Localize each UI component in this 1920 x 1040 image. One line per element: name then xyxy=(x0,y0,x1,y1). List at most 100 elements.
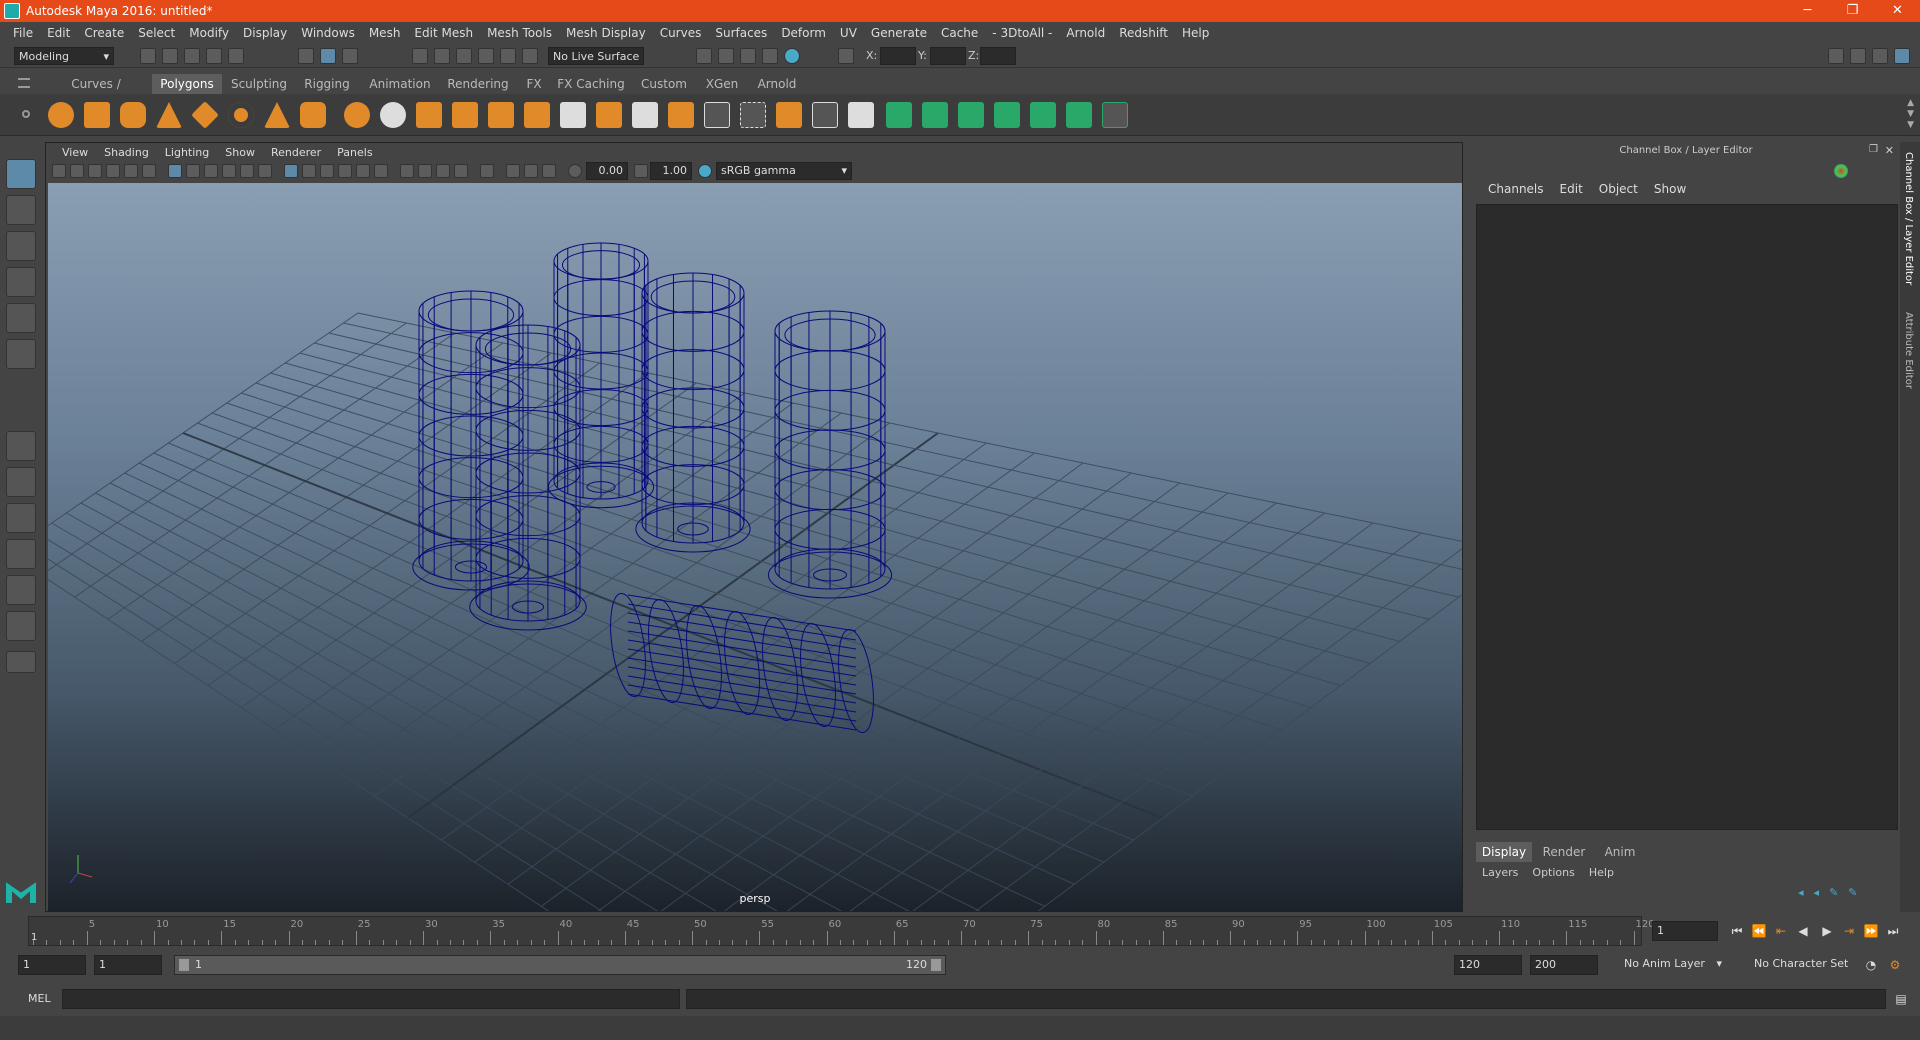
hypershade-layout-icon[interactable] xyxy=(6,611,36,641)
poly-cone-icon[interactable] xyxy=(156,102,182,128)
snap-live-icon[interactable] xyxy=(500,48,516,64)
spherical-uv-icon[interactable] xyxy=(994,102,1020,128)
tab-anim[interactable]: Anim xyxy=(1596,842,1644,862)
open-scene-icon[interactable] xyxy=(162,48,178,64)
scale-tool-icon[interactable] xyxy=(6,339,36,369)
poly-plane-icon[interactable] xyxy=(191,101,219,129)
tab-display[interactable]: Display xyxy=(1476,842,1532,862)
play-forward-icon[interactable]: ▶ xyxy=(1818,922,1836,940)
four-view-layout-icon[interactable] xyxy=(6,467,36,497)
select-by-component-icon[interactable] xyxy=(342,48,358,64)
ambient-occlusion-icon[interactable] xyxy=(418,164,432,178)
camera-attributes-icon[interactable] xyxy=(70,164,84,178)
custom-layout-icon[interactable] xyxy=(6,651,36,673)
magnet-icon[interactable] xyxy=(522,48,538,64)
extract-icon[interactable] xyxy=(416,102,442,128)
flare-cartridge-wireframe[interactable] xyxy=(412,290,530,591)
menu-edit[interactable]: Edit xyxy=(40,26,77,40)
character-set-dropdown[interactable]: No Character Set xyxy=(1750,955,1852,975)
exposure-field[interactable]: 0.00 xyxy=(586,162,628,180)
shelf-scroll-arrows-icon[interactable]: ▲ ▼ ▼ xyxy=(1907,98,1914,131)
auto-key-icon[interactable]: ◔ xyxy=(1862,956,1880,974)
menu-help[interactable]: Help xyxy=(1175,26,1216,40)
animation-start-field[interactable]: 1 xyxy=(94,955,162,975)
menu-redshift[interactable]: Redshift xyxy=(1112,26,1175,40)
menu-uv[interactable]: UV xyxy=(833,26,864,40)
tab-fx[interactable]: FX xyxy=(520,74,548,94)
snap-curve-icon[interactable] xyxy=(434,48,450,64)
menu-mesh[interactable]: Mesh xyxy=(362,26,408,40)
bevel-icon[interactable] xyxy=(668,102,694,128)
planar-uv-icon[interactable] xyxy=(922,102,948,128)
combine-icon[interactable] xyxy=(344,102,370,128)
wireframe-on-shaded-icon[interactable] xyxy=(338,164,352,178)
poly-torus-icon[interactable] xyxy=(228,102,254,128)
anim-layer-dropdown[interactable]: No Anim Layer ▾ xyxy=(1620,955,1722,975)
gate-mask-icon[interactable] xyxy=(222,164,236,178)
start-time-field[interactable]: 1 xyxy=(18,955,86,975)
layer-menu-options[interactable]: Options xyxy=(1532,866,1574,879)
tab-polygons[interactable]: Polygons xyxy=(152,74,222,94)
side-tab-channel-box[interactable]: Channel Box / Layer Editor xyxy=(1903,152,1914,285)
new-scene-icon[interactable] xyxy=(140,48,156,64)
end-time-field[interactable]: 120 xyxy=(1454,955,1522,975)
step-forward-key-icon[interactable]: ⏩ xyxy=(1862,922,1880,940)
cb-menu-object[interactable]: Object xyxy=(1591,182,1646,200)
lasso-tool-icon[interactable] xyxy=(6,195,36,225)
paint-select-tool-icon[interactable] xyxy=(6,231,36,261)
move-layer-up-icon[interactable]: ◂ xyxy=(1798,886,1804,899)
outliner-layout-icon[interactable] xyxy=(6,539,36,569)
rotate-tool-icon[interactable] xyxy=(6,303,36,333)
preferences-icon[interactable]: ⚙ xyxy=(1886,956,1904,974)
panel-menu-shading[interactable]: Shading xyxy=(96,146,157,159)
collapse-icon[interactable] xyxy=(848,102,874,128)
script-editor-icon[interactable]: ▤ xyxy=(1892,990,1910,1008)
unfold-uv-icon[interactable] xyxy=(1030,102,1056,128)
grid-toggle-icon[interactable] xyxy=(168,164,182,178)
automatic-uv-icon[interactable] xyxy=(886,102,912,128)
modeling-toolkit-icon[interactable] xyxy=(1828,48,1844,64)
channel-box-icon[interactable] xyxy=(1894,48,1910,64)
snap-point-icon[interactable] xyxy=(456,48,472,64)
render-settings-icon[interactable] xyxy=(762,48,778,64)
shadows-icon[interactable] xyxy=(400,164,414,178)
mode-dropdown[interactable]: Modeling ▾ xyxy=(14,47,114,65)
smooth-icon[interactable] xyxy=(488,102,514,128)
separate-icon[interactable] xyxy=(380,102,406,128)
time-slider-track[interactable]: 1 5 10 15 20 25 30 35 40 45 50 55 60 65 70 75 80 85 90 95 1… xyxy=(28,916,1655,946)
two-pane-layout-icon[interactable] xyxy=(6,503,36,533)
play-backward-icon[interactable]: ◀ xyxy=(1794,922,1812,940)
step-back-key-icon[interactable]: ⏪ xyxy=(1750,922,1768,940)
menu-display[interactable]: Display xyxy=(236,26,294,40)
field-chart-icon[interactable] xyxy=(240,164,254,178)
sew-uv-icon[interactable] xyxy=(1102,102,1128,128)
layer-menu-help[interactable]: Help xyxy=(1589,866,1614,879)
tab-rendering[interactable]: Rendering xyxy=(442,74,514,94)
tab-arnold[interactable]: Arnold xyxy=(750,74,804,94)
gamma-icon[interactable] xyxy=(634,164,648,178)
hypershade-icon[interactable] xyxy=(784,48,800,64)
menu-mesh-display[interactable]: Mesh Display xyxy=(559,26,653,40)
select-by-hierarchy-icon[interactable] xyxy=(298,48,314,64)
bookmark-icon[interactable] xyxy=(88,164,102,178)
snap-grid-icon[interactable] xyxy=(412,48,428,64)
xray-joints-icon[interactable] xyxy=(524,164,538,178)
lighting-icon[interactable] xyxy=(374,164,388,178)
cb-menu-channels[interactable]: Channels xyxy=(1480,182,1552,200)
boolean-icon[interactable] xyxy=(452,102,478,128)
menu-select[interactable]: Select xyxy=(131,26,182,40)
panel-menu-renderer[interactable]: Renderer xyxy=(263,146,329,159)
depth-of-field-icon[interactable] xyxy=(454,164,468,178)
undo-icon[interactable] xyxy=(206,48,222,64)
step-forward-frame-icon[interactable]: ⇥ xyxy=(1840,922,1858,940)
perspective-viewport[interactable]: persp xyxy=(48,183,1462,911)
gamma-field[interactable]: 1.00 xyxy=(650,162,692,180)
menu-modify[interactable]: Modify xyxy=(182,26,236,40)
channel-box-area[interactable] xyxy=(1476,204,1898,830)
tab-xgen[interactable]: XGen xyxy=(700,74,744,94)
tab-custom[interactable]: Custom xyxy=(634,74,694,94)
panel-menu-view[interactable]: View xyxy=(54,146,96,159)
textured-icon[interactable] xyxy=(356,164,370,178)
2d-pan-zoom-icon[interactable] xyxy=(124,164,138,178)
tab-rigging[interactable]: Rigging xyxy=(296,74,358,94)
